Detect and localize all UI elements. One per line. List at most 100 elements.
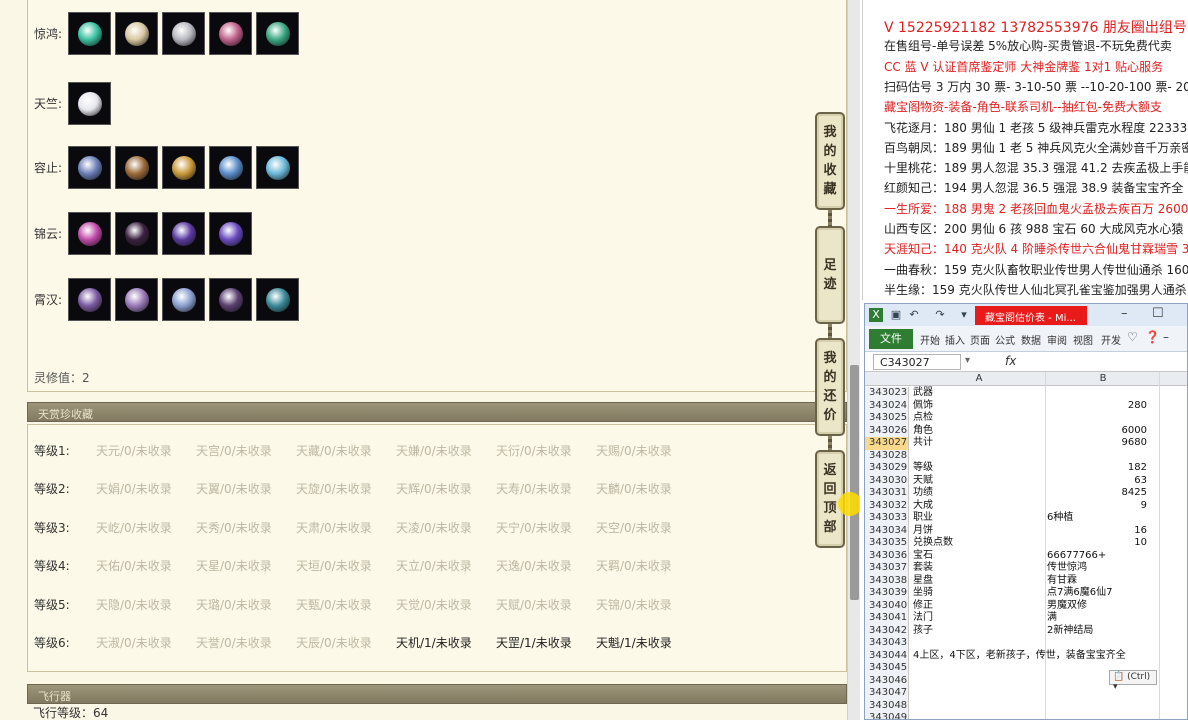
cell-b[interactable]: 16 <box>1047 525 1147 538</box>
row-number[interactable]: 343044 <box>865 649 909 662</box>
minimize-icon[interactable]: – <box>1121 306 1128 321</box>
window-restore-icon[interactable]: – <box>1163 330 1169 344</box>
cell-a[interactable]: 套装 <box>913 562 1043 575</box>
cell-b[interactable]: 6种植 <box>1047 512 1147 525</box>
cell-a[interactable]: 4上区，4下区，老新孩子，传世，装备宝宝齐全 <box>913 650 1126 663</box>
maximize-icon[interactable]: ☐ <box>1152 306 1164 321</box>
row-number[interactable]: 343031 <box>865 487 909 500</box>
row-number[interactable]: 343048 <box>865 699 909 712</box>
row-number[interactable]: 343029 <box>865 462 909 475</box>
ribbon-tab[interactable]: 开发 <box>1101 332 1121 347</box>
row-number[interactable]: 343025 <box>865 412 909 425</box>
equipment-slot[interactable] <box>209 146 252 189</box>
cell-a[interactable]: 星盘 <box>913 575 1043 588</box>
row-number[interactable]: 343030 <box>865 474 909 487</box>
ribbon-tab[interactable]: 页面 <box>970 332 990 347</box>
ribbon-collapse-icon[interactable]: ♡ <box>1127 330 1138 344</box>
page-scrollbar[interactable] <box>847 0 860 720</box>
file-tab[interactable]: 文件 <box>869 329 913 349</box>
row-number[interactable]: 343033 <box>865 512 909 525</box>
equipment-slot[interactable] <box>209 212 252 255</box>
save-icon[interactable]: ▣ <box>889 308 903 322</box>
equipment-slot[interactable] <box>256 278 299 321</box>
cell-a[interactable]: 角色 <box>913 425 1043 438</box>
redo-icon[interactable]: ↷ <box>933 308 947 322</box>
cell-a[interactable]: 等级 <box>913 462 1043 475</box>
cell-a[interactable]: 佩饰 <box>913 400 1043 413</box>
ribbon-tab[interactable]: 审阅 <box>1047 332 1067 347</box>
equipment-slot[interactable] <box>256 12 299 55</box>
equipment-slot[interactable] <box>162 12 205 55</box>
ribbon-tab[interactable]: 开始 <box>920 332 940 347</box>
equipment-slot[interactable] <box>68 82 111 125</box>
cell-b[interactable]: 182 <box>1047 462 1147 475</box>
cell-a[interactable]: 兑换点数 <box>913 537 1043 550</box>
row-number[interactable]: 343043 <box>865 637 909 650</box>
equipment-slot[interactable] <box>68 212 111 255</box>
equipment-slot[interactable] <box>162 212 205 255</box>
row-number[interactable]: 343032 <box>865 499 909 512</box>
ribbon-tab[interactable]: 插入 <box>945 332 965 347</box>
equipment-slot[interactable] <box>209 278 252 321</box>
cell-b[interactable]: 9 <box>1047 500 1147 513</box>
cell-a[interactable]: 点检 <box>913 412 1043 425</box>
cell-b[interactable]: 传世惊鸿 <box>1047 562 1147 575</box>
row-number[interactable]: 343027 <box>865 437 909 450</box>
scrollbar-thumb[interactable] <box>850 365 859 600</box>
equipment-slot[interactable] <box>115 12 158 55</box>
customize-toolbar-icon[interactable]: ▾ <box>957 308 971 322</box>
name-box[interactable]: C343027 <box>873 354 961 370</box>
cell-b[interactable]: 10 <box>1047 537 1147 550</box>
cell-a[interactable]: 坐骑 <box>913 587 1043 600</box>
equipment-slot[interactable] <box>68 12 111 55</box>
ribbon-tab[interactable]: 公式 <box>995 332 1015 347</box>
row-number[interactable]: 343040 <box>865 599 909 612</box>
my-collection-button[interactable]: 我的收藏 <box>815 112 845 210</box>
cell-a[interactable]: 武器 <box>913 387 1043 400</box>
my-bargain-button[interactable]: 我的还价 <box>815 338 845 436</box>
cell-b[interactable]: 男魔双修 <box>1047 600 1147 613</box>
equipment-slot[interactable] <box>162 278 205 321</box>
cell-a[interactable]: 宝石 <box>913 550 1043 563</box>
row-number[interactable]: 343049 <box>865 712 909 719</box>
row-number[interactable]: 343037 <box>865 562 909 575</box>
row-number[interactable]: 343026 <box>865 424 909 437</box>
row-number[interactable]: 343042 <box>865 624 909 637</box>
row-number[interactable]: 343038 <box>865 574 909 587</box>
equipment-slot[interactable] <box>162 146 205 189</box>
cell-a[interactable]: 月饼 <box>913 525 1043 538</box>
ribbon-tab[interactable]: 数据 <box>1021 332 1041 347</box>
row-number[interactable]: 343028 <box>865 449 909 462</box>
column-a-header[interactable]: A <box>913 373 1045 384</box>
row-number[interactable]: 343034 <box>865 524 909 537</box>
row-number[interactable]: 343045 <box>865 662 909 675</box>
cell-a[interactable]: 天赋 <box>913 475 1043 488</box>
cell-b[interactable]: 8425 <box>1047 487 1147 500</box>
fx-icon[interactable]: fx <box>1005 354 1016 368</box>
cell-a[interactable]: 孩子 <box>913 625 1043 638</box>
cell-b[interactable]: 9680 <box>1047 437 1147 450</box>
namebox-dropdown-icon[interactable]: ▾ <box>965 355 970 366</box>
cell-a[interactable]: 修正 <box>913 600 1043 613</box>
cell-a[interactable]: 功绩 <box>913 487 1043 500</box>
row-number[interactable]: 343024 <box>865 399 909 412</box>
footprint-button[interactable]: 足迹 <box>815 226 845 324</box>
row-number[interactable]: 343039 <box>865 587 909 600</box>
equipment-slot[interactable] <box>115 278 158 321</box>
cell-b[interactable]: 280 <box>1047 400 1147 413</box>
equipment-slot[interactable] <box>68 146 111 189</box>
cell-b[interactable]: 2新神结局 <box>1047 625 1147 638</box>
cell-b[interactable]: 点7满6魔6仙7 <box>1047 587 1147 600</box>
cell-b[interactable]: 有甘霖 <box>1047 575 1147 588</box>
equipment-slot[interactable] <box>115 212 158 255</box>
row-number[interactable]: 343023 <box>865 387 909 400</box>
row-number[interactable]: 343036 <box>865 549 909 562</box>
cell-a[interactable]: 共计 <box>913 437 1043 450</box>
undo-icon[interactable]: ↶ <box>907 308 921 322</box>
cell-b[interactable]: 满 <box>1047 612 1147 625</box>
row-number[interactable]: 343035 <box>865 537 909 550</box>
column-b-header[interactable]: B <box>1047 373 1159 384</box>
equipment-slot[interactable] <box>209 12 252 55</box>
cell-a[interactable]: 法门 <box>913 612 1043 625</box>
row-number[interactable]: 343046 <box>865 674 909 687</box>
